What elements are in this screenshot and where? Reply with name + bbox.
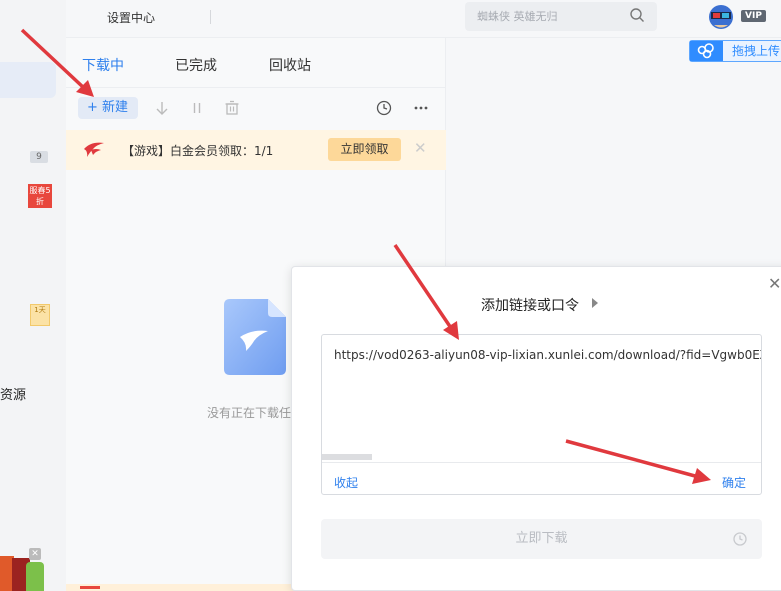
pause-icon[interactable] xyxy=(189,100,205,116)
empty-state-text: 没有正在下载任 xyxy=(207,406,292,420)
search-icon[interactable] xyxy=(629,7,645,23)
avatar[interactable] xyxy=(706,3,736,31)
clock-icon[interactable] xyxy=(376,100,392,116)
rail-resource-label[interactable]: 资源 xyxy=(0,384,26,403)
new-task-button[interactable]: + 新建 xyxy=(78,97,138,119)
divider xyxy=(322,462,761,463)
close-icon[interactable]: ✕ xyxy=(414,139,427,157)
confirm-link[interactable]: 确定 xyxy=(722,474,746,491)
divider xyxy=(66,87,446,88)
tab-recycle-bin[interactable]: 回收站 xyxy=(269,55,311,75)
rail-promo-card[interactable]: 1天 xyxy=(30,304,50,326)
xunlei-bird-icon xyxy=(84,142,104,157)
more-icon[interactable] xyxy=(413,100,429,116)
rail-count-badge: 9 xyxy=(30,151,48,163)
download-icon[interactable] xyxy=(154,100,170,116)
collapse-link[interactable]: 收起 xyxy=(334,474,358,491)
rail-ad-banner[interactable]: ✕ xyxy=(0,548,44,591)
tab-completed[interactable]: 已完成 xyxy=(175,55,217,75)
empty-file-icon xyxy=(224,299,286,375)
clock-icon[interactable] xyxy=(732,531,748,547)
settings-center-link[interactable]: 设置中心 xyxy=(107,9,155,26)
bottom-promo-logo xyxy=(80,586,100,589)
drag-upload-button[interactable]: 拖拽上传 xyxy=(689,40,781,62)
cloud-icon xyxy=(690,41,723,61)
ad-close-icon[interactable]: ✕ xyxy=(29,548,41,560)
promo-text: 【游戏】白金会员领取：1/1 xyxy=(122,144,274,158)
vip-badge[interactable]: VIP xyxy=(741,10,766,22)
trash-icon[interactable] xyxy=(224,100,240,116)
left-rail: 9 服春5折 1天 资源 ✕ xyxy=(0,0,66,591)
expand-arrow-icon[interactable] xyxy=(592,298,598,308)
add-link-dialog: 添加链接或口令 ✕ https://vod0263-aliyun08-vip-l… xyxy=(291,266,781,591)
download-now-button[interactable]: 立即下载 xyxy=(321,519,762,559)
tab-downloading[interactable]: 下载中 xyxy=(82,55,124,75)
close-icon[interactable]: ✕ xyxy=(768,274,781,293)
link-input-box[interactable]: https://vod0263-aliyun08-vip-lixian.xunl… xyxy=(321,334,762,495)
drag-upload-label: 拖拽上传 xyxy=(732,44,781,58)
membership-promo-bar: 【游戏】白金会员领取：1/1 立即领取 ✕ xyxy=(66,130,446,170)
divider xyxy=(210,10,211,24)
dialog-title: 添加链接或口令 xyxy=(481,298,579,314)
rail-selected-item[interactable] xyxy=(0,62,56,98)
download-now-label: 立即下载 xyxy=(515,531,568,546)
link-input[interactable]: https://vod0263-aliyun08-vip-lixian.xunl… xyxy=(334,348,761,362)
claim-now-button[interactable]: 立即领取 xyxy=(328,138,401,161)
horizontal-scrollbar[interactable] xyxy=(322,454,372,460)
top-bar: 设置中心 VIP xyxy=(66,0,781,38)
rail-promo-badge[interactable]: 服春5折 xyxy=(28,184,52,208)
